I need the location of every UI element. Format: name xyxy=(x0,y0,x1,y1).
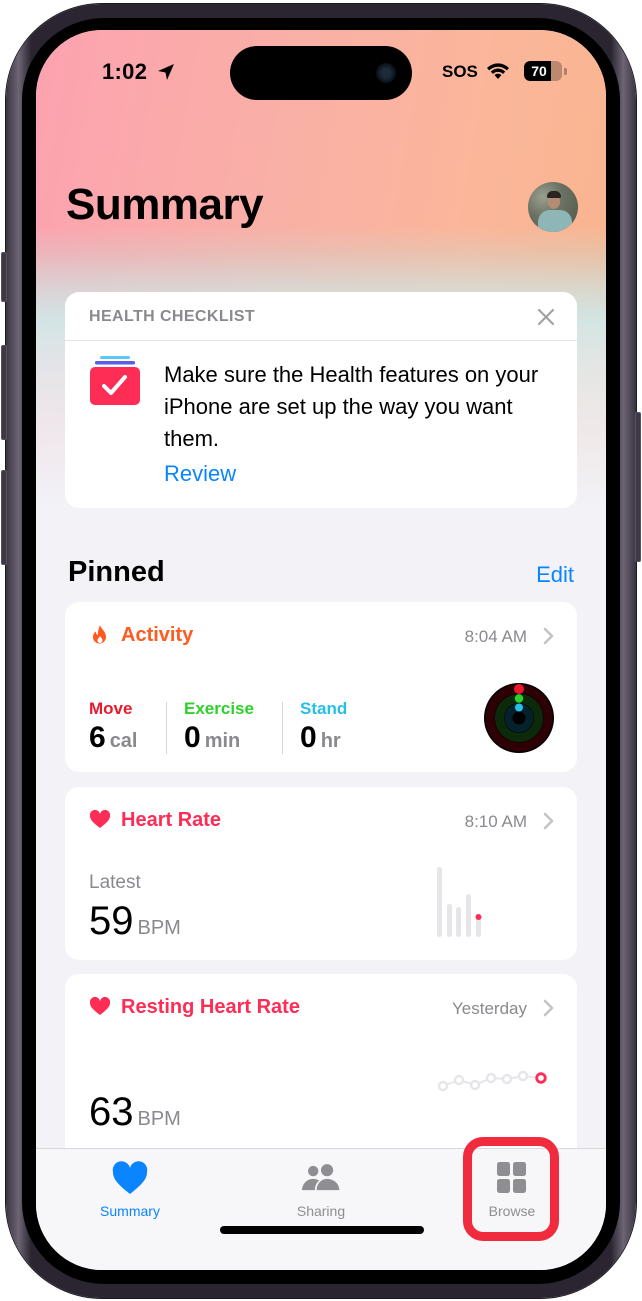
hr-bar xyxy=(437,867,442,937)
home-indicator[interactable] xyxy=(220,1226,424,1234)
metric-divider xyxy=(282,702,283,754)
checklist-message: Make sure the Health features on your iP… xyxy=(164,362,539,451)
tab-summary-label: Summary xyxy=(100,1203,160,1219)
heart-rate-time: 8:10 AM xyxy=(464,812,527,831)
page-title: Summary xyxy=(66,180,264,229)
resting-heart-rate-value: 63 xyxy=(89,1090,134,1134)
edit-pinned-button[interactable]: Edit xyxy=(536,562,574,588)
power-button xyxy=(635,412,641,562)
rhr-point xyxy=(485,1072,497,1084)
activity-title: Activity xyxy=(121,624,194,646)
carrier-status: SOS xyxy=(442,62,478,81)
exercise-unit: min xyxy=(204,730,241,752)
resting-heart-rate-unit: BPM xyxy=(137,1108,181,1130)
battery-percent: 70 xyxy=(531,63,547,79)
chevron-right-icon xyxy=(543,999,554,1017)
avatar-body xyxy=(538,210,572,232)
people-icon xyxy=(301,1164,340,1191)
hr-bar xyxy=(466,894,471,937)
wifi-icon xyxy=(487,63,509,79)
stand-unit: hr xyxy=(320,730,341,752)
pinned-section-title: Pinned xyxy=(68,556,165,588)
latest-label: Latest xyxy=(89,872,141,893)
stand-metric: Stand 0 hr xyxy=(300,699,347,755)
exercise-value: 0 xyxy=(184,721,201,754)
resting-heart-rate-title: Resting Heart Rate xyxy=(121,996,300,1018)
rhr-point xyxy=(469,1079,481,1091)
heart-rate-value: 59 xyxy=(89,899,134,943)
move-value: 6 xyxy=(89,721,106,754)
hr-bar xyxy=(447,904,452,937)
tab-sharing[interactable]: Sharing xyxy=(261,1161,381,1219)
heart-rate-sparkline xyxy=(437,867,482,937)
chevron-right-icon xyxy=(543,812,554,830)
checklist-icon xyxy=(90,356,140,405)
flame-icon xyxy=(93,625,106,644)
heart-rate-reading: 59 BPM xyxy=(89,899,181,944)
tab-sharing-label: Sharing xyxy=(296,1203,346,1219)
resting-heart-rate-sparkline xyxy=(437,1070,547,1092)
health-checklist-card: HEALTH CHECKLIST Make sure the Health fe… xyxy=(65,292,577,508)
resting-heart-rate-time: Yesterday xyxy=(452,999,527,1018)
chevron-right-icon xyxy=(543,627,554,645)
profile-avatar[interactable] xyxy=(528,182,578,232)
checklist-header: HEALTH CHECKLIST xyxy=(89,308,256,325)
heart-icon xyxy=(89,809,111,828)
rhr-point xyxy=(437,1080,449,1092)
location-arrow-icon xyxy=(158,64,174,80)
stand-label: Stand xyxy=(300,699,348,718)
metric-divider xyxy=(166,702,167,754)
volume-down-button xyxy=(1,470,7,565)
activity-time: 8:04 AM xyxy=(464,627,527,646)
status-time: 1:02 xyxy=(102,59,148,84)
browse-highlight-annotation xyxy=(463,1137,559,1241)
status-bar: 1:02 SOS 70 xyxy=(36,30,606,120)
heart-icon xyxy=(112,1161,148,1194)
heart-rate-unit: BPM xyxy=(137,917,181,939)
hr-latest-point xyxy=(475,914,482,920)
activity-card[interactable]: Activity 8:04 AM Move 6 cal Exercise 0 min… xyxy=(65,602,577,772)
battery-cap xyxy=(564,68,567,75)
volume-up-button xyxy=(1,345,7,440)
rhr-point xyxy=(517,1070,529,1082)
activity-rings-icon xyxy=(484,683,554,753)
heart-rate-card[interactable]: Heart Rate 8:10 AM Latest 59 BPM xyxy=(65,787,577,960)
tab-bar: Summary Sharing Browse xyxy=(36,1137,606,1270)
avatar-hair xyxy=(547,191,561,198)
rhr-point xyxy=(453,1074,465,1086)
heart-rate-title: Heart Rate xyxy=(121,809,222,831)
battery-indicator: 70 xyxy=(524,61,562,81)
move-unit: cal xyxy=(109,730,138,752)
move-label: Move xyxy=(89,699,133,718)
rhr-point xyxy=(501,1073,513,1085)
move-metric: Move 6 cal xyxy=(89,699,138,755)
close-icon[interactable] xyxy=(537,308,555,326)
rhr-latest-point xyxy=(535,1072,547,1084)
front-camera xyxy=(376,63,396,83)
exercise-label: Exercise xyxy=(184,699,254,718)
screen: 1:02 SOS 70 Summary HEALTH CHECKLIST Mak… xyxy=(36,30,606,1270)
review-link[interactable]: Review xyxy=(164,461,236,487)
resting-heart-rate-reading: 63 BPM xyxy=(89,1090,181,1135)
exercise-metric: Exercise 0 min xyxy=(184,699,254,755)
action-button xyxy=(1,252,7,302)
heart-icon xyxy=(89,996,111,1015)
dynamic-island xyxy=(230,46,412,100)
divider xyxy=(65,340,577,341)
stand-value: 0 xyxy=(300,721,317,754)
hr-bar xyxy=(456,907,461,937)
tab-summary[interactable]: Summary xyxy=(70,1161,190,1219)
